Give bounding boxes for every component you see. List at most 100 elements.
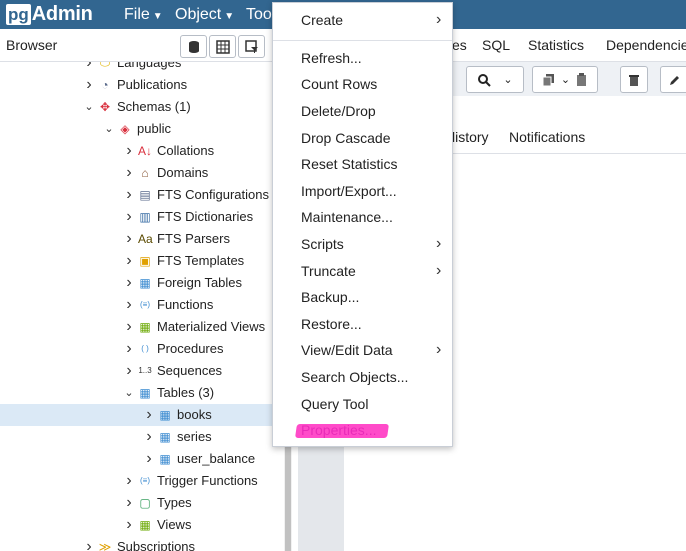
menu-item-restore[interactable]: Restore... [273, 311, 452, 337]
view-data-button[interactable] [209, 35, 236, 58]
tree-item-label: FTS Parsers [157, 231, 230, 246]
menu-item-maintenance[interactable]: Maintenance... [273, 204, 452, 230]
menu-tools-label: Too [246, 6, 272, 23]
tab-properties[interactable]: es [452, 37, 467, 53]
browser-title: Browser [6, 37, 58, 53]
chevron-down-icon[interactable]: ⌄ [84, 96, 94, 118]
tree-item-sequences[interactable]: › 1..3 Sequences [0, 360, 284, 382]
tree-item-books[interactable]: › ▦ books [0, 404, 284, 426]
tree-item-collations[interactable]: › A↓ Collations [0, 140, 284, 162]
chevron-down-icon[interactable]: ⌄ [124, 382, 134, 404]
menu-item-truncate[interactable]: Truncate › [273, 258, 452, 284]
chevron-right-icon[interactable]: › [84, 74, 94, 96]
chevron-right-icon[interactable]: › [124, 360, 134, 382]
chevron-down-icon[interactable]: ⌄ [104, 118, 114, 140]
materialized-views-icon: ▦ [139, 320, 151, 334]
tree-item-materialized-views[interactable]: › ▦ Materialized Views [0, 316, 284, 338]
collations-icon: A↓ [138, 144, 153, 158]
tree-item-label: FTS Templates [157, 253, 245, 268]
menu-item-label: Maintenance... [301, 209, 393, 225]
menu-item-delete-drop[interactable]: Delete/Drop [273, 98, 452, 124]
tree-item-tables-3[interactable]: ⌄ ▦ Tables (3) [0, 382, 284, 404]
fts-parsers-icon: Aa [138, 232, 153, 246]
paste-icon [577, 72, 587, 86]
procedures-icon: ( ) [141, 344, 149, 353]
tab-dependencies[interactable]: Dependencie [606, 37, 686, 53]
chevron-right-icon[interactable]: › [84, 62, 94, 74]
menu-item-view-edit-data[interactable]: View/Edit Data › [273, 337, 452, 363]
chevron-right-icon[interactable]: › [124, 514, 134, 536]
chevron-right-icon[interactable]: › [124, 492, 134, 514]
edit-button[interactable] [660, 66, 686, 93]
tree-item-publications[interactable]: › ◔ Publications [0, 74, 284, 96]
chevron-right-icon[interactable]: › [124, 470, 134, 492]
menu-item-scripts[interactable]: Scripts › [273, 231, 452, 257]
tree-item-fts-dictionaries[interactable]: › ▥ FTS Dictionaries [0, 206, 284, 228]
tree-item-procedures[interactable]: › ( ) Procedures [0, 338, 284, 360]
tree-item-label: user_balance [177, 451, 256, 466]
tree-item-schemas-1[interactable]: ⌄ ✥ Schemas (1) [0, 96, 284, 118]
menu-file[interactable]: File ▼ [124, 0, 163, 29]
menu-item-label: Delete/Drop [301, 103, 376, 119]
tree-item-views[interactable]: › ▦ Views [0, 514, 284, 536]
menu-item-search-objects[interactable]: Search Objects... [273, 364, 452, 390]
tree-item-label: Domains [157, 165, 209, 180]
menu-object[interactable]: Object ▼ [175, 0, 234, 29]
menu-item-create[interactable]: Create › [273, 7, 452, 33]
search-button[interactable]: ⌄ [466, 66, 524, 93]
chevron-right-icon[interactable]: › [144, 426, 154, 448]
chevron-right-icon[interactable]: › [124, 206, 134, 228]
pgadmin-logo[interactable]: pg Admin [6, 2, 93, 27]
tree-item-types[interactable]: › ▢ Types [0, 492, 284, 514]
tree-item-trigger-functions[interactable]: › (≡) Trigger Functions [0, 470, 284, 492]
chevron-right-icon[interactable]: › [124, 228, 134, 250]
tab-statistics[interactable]: Statistics [528, 37, 584, 53]
menu-tools[interactable]: Too [246, 0, 272, 29]
chevron-right-icon[interactable]: › [124, 272, 134, 294]
menu-item-label: Query Tool [301, 396, 369, 412]
tree-item-functions[interactable]: › (≡) Functions [0, 294, 284, 316]
chevron-right-icon[interactable]: › [144, 404, 154, 426]
chevron-right-icon[interactable]: › [144, 448, 154, 470]
trash-icon [629, 74, 639, 86]
chevron-right-icon[interactable]: › [124, 140, 134, 162]
chevron-right-icon[interactable]: › [124, 184, 134, 206]
tree-item-public[interactable]: ⌄ ◈ public [0, 118, 284, 140]
chevron-right-icon[interactable]: › [124, 316, 134, 338]
tree-item-label: Tables (3) [157, 385, 215, 400]
tab-history[interactable]: listory [452, 129, 489, 145]
tree-item-fts-configurations[interactable]: › ▤ FTS Configurations [0, 184, 284, 206]
tree-item-languages[interactable]: › ⬭ Languages [0, 62, 284, 74]
chevron-right-icon[interactable]: › [84, 536, 94, 551]
tree-item-fts-parsers[interactable]: › Aa FTS Parsers [0, 228, 284, 250]
chevron-right-icon[interactable]: › [124, 250, 134, 272]
menu-item-label: Backup... [301, 289, 360, 305]
functions-icon: (≡) [140, 300, 150, 309]
tree-item-label: Publications [117, 77, 188, 92]
tree-item-fts-templates[interactable]: › ▣ FTS Templates [0, 250, 284, 272]
chevron-right-icon[interactable]: › [124, 294, 134, 316]
filter-rows-button[interactable] [238, 35, 265, 58]
chevron-right-icon[interactable]: › [124, 338, 134, 360]
menu-item-backup[interactable]: Backup... [273, 284, 452, 310]
tree-item-series[interactable]: › ▦ series [0, 426, 284, 448]
tree-item-label: FTS Configurations [157, 187, 269, 202]
tab-sql[interactable]: SQL [482, 37, 510, 53]
delete-button[interactable] [620, 66, 648, 93]
tree-item-foreign-tables[interactable]: › ▦ Foreign Tables [0, 272, 284, 294]
tree-item-subscriptions[interactable]: › ≫ Subscriptions [0, 536, 284, 551]
menu-item-count-rows[interactable]: Count Rows [273, 71, 452, 97]
menu-item-drop-cascade[interactable]: Drop Cascade [273, 125, 452, 151]
copy-button[interactable]: ⌄ [532, 66, 598, 93]
menu-item-reset-statistics[interactable]: Reset Statistics [273, 151, 452, 177]
menu-item-query-tool[interactable]: Query Tool [273, 391, 452, 417]
chevron-right-icon[interactable]: › [124, 162, 134, 184]
tree-item-label: Languages [117, 62, 182, 70]
tree-item-user-balance[interactable]: › ▦ user_balance [0, 448, 284, 470]
tab-notifications[interactable]: Notifications [509, 129, 585, 145]
menu-item-refresh[interactable]: Refresh... [273, 45, 452, 71]
object-explorer-button[interactable] [180, 35, 207, 58]
menu-item-import-export[interactable]: Import/Export... [273, 178, 452, 204]
tree-item-domains[interactable]: › ⌂ Domains [0, 162, 284, 184]
chevron-right-icon: › [436, 235, 442, 252]
